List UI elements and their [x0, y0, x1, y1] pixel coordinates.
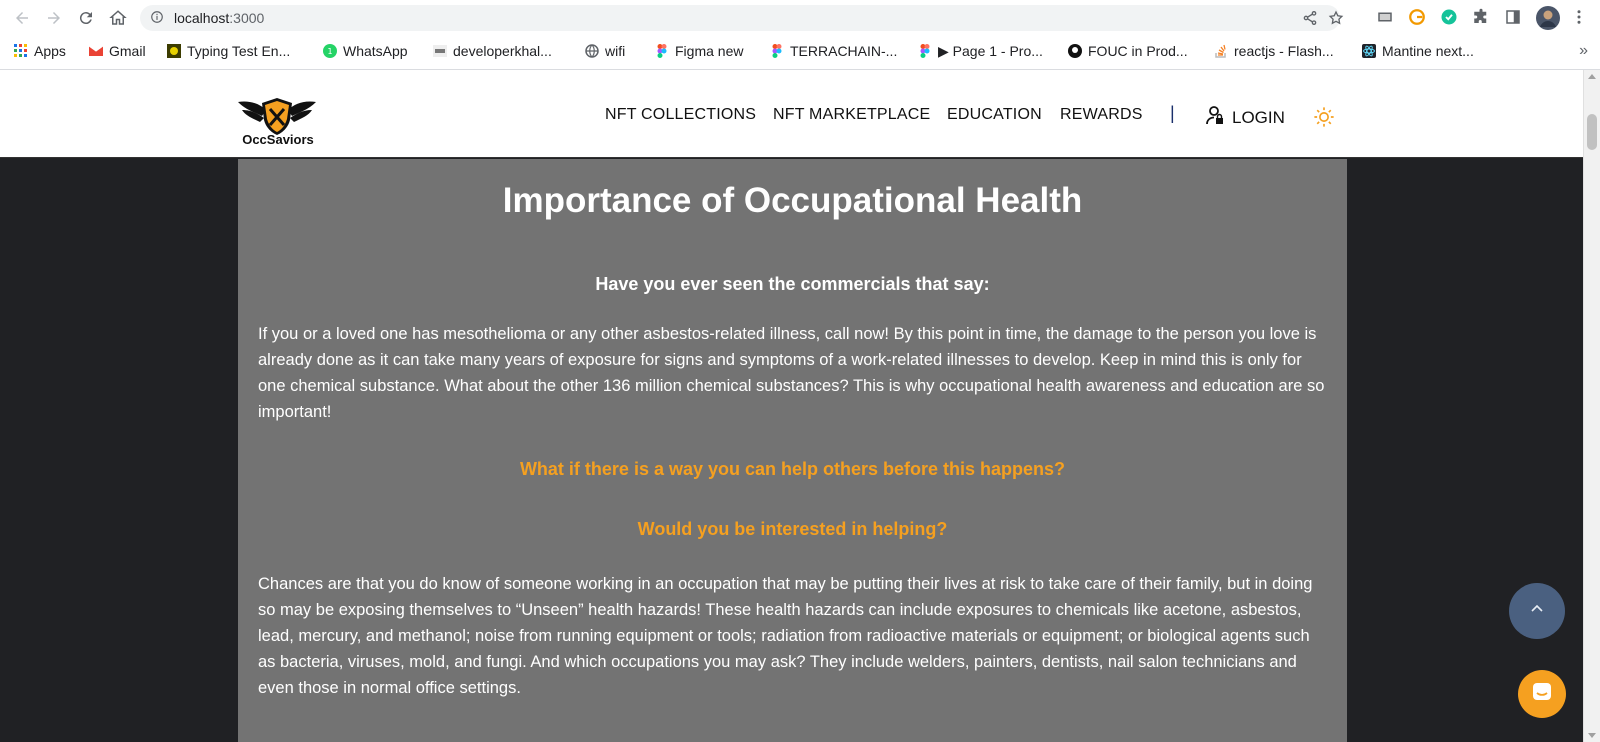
bookmark-label: Apps	[34, 43, 66, 59]
hazards-paragraph: Chances are that you do know of someone …	[258, 575, 1313, 697]
scroll-down-arrow-icon[interactable]	[1588, 733, 1596, 738]
login-button[interactable]: LOGIN	[1206, 105, 1285, 130]
profile-avatar[interactable]	[1536, 6, 1560, 30]
bookmark-label: WhatsApp	[343, 43, 408, 59]
bookmark-reactjs[interactable]: reactjs - Flash...	[1214, 42, 1334, 60]
reload-icon[interactable]	[74, 6, 98, 30]
bookmark-label: reactjs - Flash...	[1234, 43, 1334, 59]
bookmark-label: ▶ Page 1 - Pro...	[938, 42, 1043, 59]
globe-icon	[585, 44, 599, 58]
react-icon	[1362, 44, 1376, 58]
bookmark-wifi[interactable]: wifi	[585, 42, 625, 60]
bookmark-label: wifi	[605, 43, 626, 59]
scrollbar-thumb[interactable]	[1587, 114, 1597, 150]
bookmark-terrachain[interactable]: TERRACHAIN-...	[770, 42, 897, 60]
user-lock-icon	[1206, 105, 1224, 130]
bookmark-figma-new[interactable]: Figma new	[655, 42, 743, 60]
side-panel-icon[interactable]	[1504, 8, 1524, 28]
github-icon	[1068, 44, 1082, 58]
page-title: Importance of Occupational Health	[502, 181, 1083, 220]
bookmark-label: Mantine next...	[1382, 43, 1474, 59]
nav-education[interactable]: EDUCATION	[947, 106, 1042, 124]
info-icon[interactable]	[150, 10, 166, 26]
bookmark-label: Typing Test En...	[187, 43, 291, 59]
theme-toggle-sun-icon[interactable]	[1313, 106, 1335, 128]
svg-text:1: 1	[327, 47, 332, 56]
figma-icon	[770, 44, 784, 58]
back-arrow-icon[interactable]	[10, 6, 34, 30]
forward-arrow-icon[interactable]	[42, 6, 66, 30]
chevron-up-icon	[1529, 601, 1545, 622]
bookmarks-bar: Apps Gmail Typing Test En... 1 WhatsApp …	[0, 38, 1600, 64]
mesothelioma-paragraph: If you or a loved one has mesothelioma o…	[258, 325, 1325, 421]
scroll-to-top-button[interactable]	[1509, 583, 1565, 639]
scroll-up-arrow-icon[interactable]	[1588, 74, 1596, 79]
home-icon[interactable]	[106, 6, 130, 30]
url-host: localhost	[174, 10, 230, 26]
stackoverflow-icon	[1214, 44, 1228, 58]
bookmark-developerkhal[interactable]: developerkhal...	[433, 42, 552, 60]
nav-nft-marketplace[interactable]: NFT MARKETPLACE	[773, 106, 930, 124]
nav-rewards[interactable]: REWARDS	[1060, 106, 1143, 124]
bookmark-mantine[interactable]: Mantine next...	[1362, 42, 1474, 60]
nav-separator: |	[1170, 103, 1175, 123]
help-others-question: What if there is a way you can help othe…	[519, 459, 1066, 479]
bookmarks-overflow-button[interactable]: »	[1579, 42, 1588, 60]
page-scrollbar[interactable]	[1583, 70, 1600, 742]
commercials-question: Have you ever seen the commercials that …	[595, 274, 990, 294]
apps-grid-icon	[14, 44, 28, 58]
extension-screen-icon[interactable]	[1376, 8, 1396, 28]
nav-nft-collections[interactable]: NFT COLLECTIONS	[605, 106, 756, 124]
bookmark-typing-test[interactable]: Typing Test En...	[167, 42, 290, 60]
site-header: OccSaviors NFT COLLECTIONS NFT MARKETPLA…	[0, 70, 1583, 158]
occupational-health-section: Importance of Occupational Health Have y…	[238, 159, 1347, 742]
url-text: localhost:3000	[174, 10, 264, 26]
bookmark-gmail[interactable]: Gmail	[89, 42, 146, 60]
address-bar[interactable]: localhost:3000	[140, 5, 1344, 31]
bookmark-star-icon[interactable]	[1328, 10, 1346, 28]
logo-text: OccSaviors	[242, 132, 314, 147]
chat-launcher-button[interactable]	[1518, 670, 1566, 718]
figma-icon	[655, 44, 669, 58]
bookmark-label: Figma new	[675, 43, 744, 59]
browser-chrome: localhost:3000 Apps Gmail Typing Test En…	[0, 0, 1600, 70]
url-port: :3000	[229, 10, 265, 26]
login-label: LOGIN	[1232, 107, 1285, 127]
interested-question: Would you be interested in helping?	[637, 519, 948, 539]
bookmark-label: TERRACHAIN-...	[790, 43, 898, 59]
bookmark-fouc[interactable]: FOUC in Prod...	[1068, 42, 1188, 60]
kebab-menu-icon[interactable]	[1570, 8, 1590, 28]
extensions-puzzle-icon[interactable]	[1472, 8, 1492, 28]
bookmark-whatsapp[interactable]: 1 WhatsApp	[323, 42, 408, 60]
share-icon[interactable]	[1302, 10, 1320, 28]
page-viewport: OccSaviors NFT COLLECTIONS NFT MARKETPLA…	[0, 70, 1583, 742]
bookmark-label: developerkhal...	[453, 43, 552, 59]
extension-grammarly-icon[interactable]	[1440, 8, 1460, 28]
chat-bubble-icon	[1530, 680, 1554, 709]
gmail-icon	[89, 44, 103, 58]
dev-icon	[433, 44, 447, 58]
bookmark-label: Gmail	[109, 43, 146, 59]
whatsapp-icon: 1	[323, 44, 337, 58]
typing-test-icon	[167, 44, 181, 58]
figma-icon	[918, 44, 932, 58]
bookmark-page-1[interactable]: ▶ Page 1 - Pro...	[918, 42, 1043, 60]
bookmark-apps[interactable]: Apps	[14, 42, 66, 60]
browser-toolbar: localhost:3000	[0, 0, 1600, 36]
bookmark-label: FOUC in Prod...	[1088, 43, 1188, 59]
extension-g-icon[interactable]	[1408, 8, 1428, 28]
